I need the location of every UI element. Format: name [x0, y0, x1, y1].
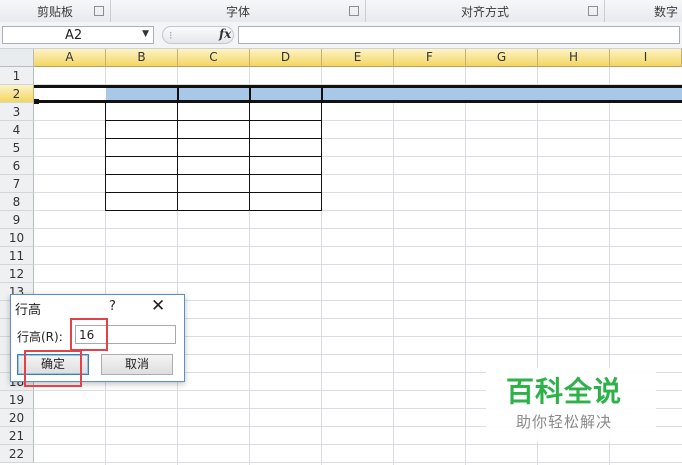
column-header-c[interactable]: C	[178, 49, 250, 67]
watermark-title: 百科全说	[506, 375, 623, 408]
watermark: 百科全说 助你轻松解决	[486, 368, 656, 442]
alignment-group-label: 对齐方式	[460, 4, 509, 19]
row-header-7[interactable]: 7	[0, 175, 34, 193]
row-header-9[interactable]: 9	[0, 211, 34, 229]
column-header-i[interactable]: I	[610, 49, 682, 67]
gridline	[34, 462, 682, 463]
row-header-22[interactable]: 22	[0, 445, 34, 463]
fill-handle[interactable]	[34, 99, 39, 104]
active-cell-a2[interactable]	[34, 85, 106, 103]
row-header-19[interactable]: 19	[0, 391, 34, 409]
row-header-5[interactable]: 5	[0, 139, 34, 157]
formula-bar: A2 ▼ ⁝ fx	[0, 22, 682, 49]
table-border-line	[105, 156, 322, 157]
column-header-h[interactable]: H	[538, 49, 610, 67]
formula-buttons: ⁝ fx	[162, 26, 234, 44]
row-header-8[interactable]: 8	[0, 193, 34, 211]
row-header-6[interactable]: 6	[0, 157, 34, 175]
row-header-12[interactable]: 12	[0, 265, 34, 283]
gridline	[34, 246, 682, 247]
ribbon-group-clipboard: 剪贴板	[0, 0, 111, 22]
grip-icon: ⁝	[169, 29, 173, 42]
row-height-label: 行高(R):	[17, 330, 63, 344]
table-border-line	[105, 120, 322, 121]
gridline	[393, 67, 394, 465]
font-group-label: 字体	[225, 4, 250, 19]
insert-function-icon[interactable]: fx	[219, 27, 231, 41]
table-border-line	[105, 174, 322, 175]
name-box[interactable]: A2 ▼	[2, 26, 154, 44]
number-group-label: 数字	[653, 4, 678, 19]
table-border-line	[105, 138, 322, 139]
chevron-down-icon[interactable]: ▼	[142, 29, 149, 39]
gridline	[34, 264, 682, 265]
row-header-11[interactable]: 11	[0, 247, 34, 265]
ribbon-group-number: 数字	[605, 0, 682, 22]
highlight-box-value	[70, 318, 108, 351]
row-header-1[interactable]: 1	[0, 67, 34, 85]
gridline	[34, 228, 682, 229]
dialog-launcher-icon[interactable]	[94, 6, 104, 16]
ribbon-group-alignment: 对齐方式	[366, 0, 605, 22]
column-header-g[interactable]: G	[466, 49, 538, 67]
column-header-f[interactable]: F	[394, 49, 466, 67]
dialog-title: 行高	[15, 303, 42, 318]
dialog-launcher-icon[interactable]	[349, 6, 359, 16]
close-icon[interactable]: ✕	[151, 296, 165, 316]
gridline	[465, 67, 466, 465]
selected-row-2[interactable]	[34, 85, 682, 103]
clipboard-group-label: 剪贴板	[36, 4, 73, 19]
column-header-d[interactable]: D	[250, 49, 322, 67]
table-border-line	[249, 102, 250, 211]
table-border-line	[105, 210, 322, 211]
dialog-launcher-icon[interactable]	[588, 6, 598, 16]
ribbon-group-labels: 剪贴板 字体 对齐方式 数字	[0, 0, 682, 23]
name-box-value: A2	[65, 28, 83, 43]
cell-border	[249, 88, 251, 100]
cell-border	[321, 88, 323, 100]
highlight-box-ok	[24, 350, 82, 387]
column-header-a[interactable]: A	[34, 49, 106, 67]
row-header-21[interactable]: 21	[0, 427, 34, 445]
table-border-line	[105, 102, 106, 211]
gridline	[34, 444, 682, 445]
gridline	[34, 282, 682, 283]
row-header-2[interactable]: 2	[0, 85, 34, 103]
watermark-subtitle: 助你轻松解决	[516, 413, 613, 431]
cancel-button[interactable]: 取消	[101, 354, 173, 375]
formula-input[interactable]	[238, 26, 680, 44]
ribbon-group-font: 字体	[111, 0, 366, 22]
select-all-corner[interactable]	[0, 49, 34, 67]
table-border-line	[105, 102, 322, 103]
row-header-20[interactable]: 20	[0, 409, 34, 427]
help-icon[interactable]: ?	[109, 299, 116, 314]
cell-border	[177, 88, 179, 100]
row-header-4[interactable]: 4	[0, 121, 34, 139]
column-header-e[interactable]: E	[322, 49, 394, 67]
table-border-line	[321, 102, 322, 211]
row-header-3[interactable]: 3	[0, 103, 34, 121]
table-border-line	[177, 102, 178, 211]
table-border-line	[105, 192, 322, 193]
column-header-b[interactable]: B	[106, 49, 178, 67]
row-header-10[interactable]: 10	[0, 229, 34, 247]
